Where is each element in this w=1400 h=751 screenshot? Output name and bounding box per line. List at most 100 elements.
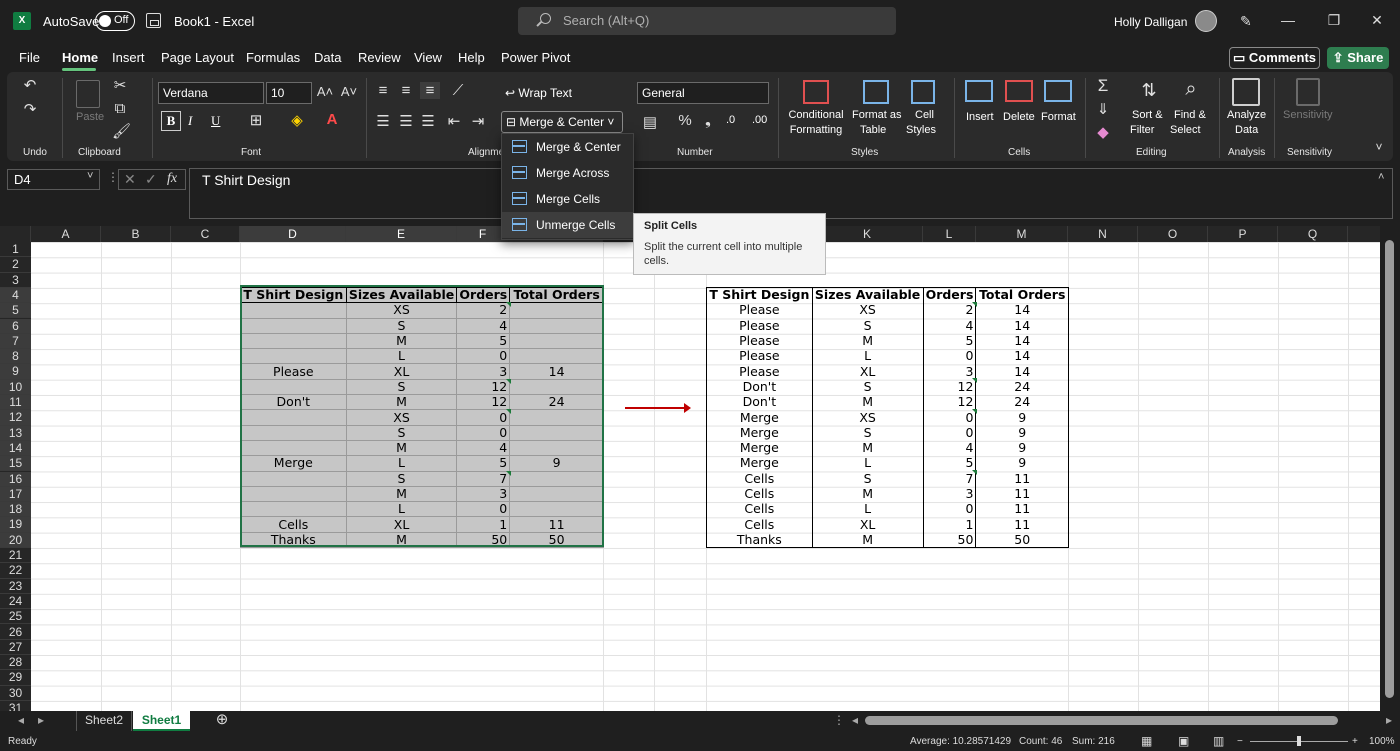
column-header-l[interactable]: L: [923, 226, 976, 242]
table-header[interactable]: Orders: [922, 287, 977, 303]
analyze-data-icon[interactable]: [1232, 78, 1260, 106]
column-header-b[interactable]: B: [101, 226, 171, 242]
table-cell[interactable]: 3: [922, 363, 977, 380]
table-cell[interactable]: L: [811, 455, 924, 472]
zoom-slider-handle[interactable]: [1297, 736, 1301, 746]
find-select-label-2[interactable]: Select: [1170, 124, 1201, 136]
orientation-icon[interactable]: ⟋: [448, 82, 468, 99]
minimize-icon[interactable]: —: [1278, 10, 1298, 30]
menu-view[interactable]: View: [414, 50, 442, 65]
table-cell[interactable]: 5: [922, 455, 977, 472]
next-sheet-icon[interactable]: ▸: [34, 711, 48, 731]
horizontal-scroll-thumb[interactable]: [865, 716, 1338, 725]
avatar[interactable]: [1195, 10, 1217, 32]
percent-icon[interactable]: %: [676, 112, 694, 129]
conditional-formatting-label-1[interactable]: Conditional: [788, 109, 844, 121]
row-header[interactable]: 25: [0, 609, 31, 625]
autosave-toggle[interactable]: Off: [95, 11, 135, 31]
table-cell[interactable]: S: [811, 471, 924, 487]
table-cell[interactable]: Thanks: [706, 532, 813, 548]
table-cell[interactable]: 14: [975, 348, 1069, 364]
column-header-a[interactable]: A: [31, 226, 101, 242]
font-name-select[interactable]: Verdana: [158, 82, 264, 104]
table-cell[interactable]: 11: [975, 501, 1069, 517]
share-button[interactable]: ⇪ Share: [1327, 47, 1389, 69]
decrease-decimal-icon[interactable]: .00: [752, 114, 767, 126]
table-cell[interactable]: Merge: [706, 425, 813, 441]
find-select-icon[interactable]: ⌕: [1178, 78, 1204, 101]
table-cell[interactable]: 14: [975, 302, 1069, 319]
format-as-table-icon[interactable]: [863, 80, 889, 104]
table-cell[interactable]: L: [811, 501, 924, 517]
row-header[interactable]: 18: [0, 502, 31, 518]
scroll-left-icon[interactable]: ◂: [850, 711, 860, 731]
close-icon[interactable]: ✕: [1367, 10, 1387, 30]
menu-file[interactable]: File: [19, 50, 40, 65]
zoom-in-icon[interactable]: +: [1352, 736, 1358, 747]
column-header-c[interactable]: C: [171, 226, 240, 242]
zoom-out-icon[interactable]: −: [1237, 736, 1243, 747]
restore-icon[interactable]: ❐: [1324, 10, 1344, 30]
row-header[interactable]: 10: [0, 379, 31, 395]
table-header[interactable]: Sizes Available: [811, 287, 924, 303]
save-icon[interactable]: [146, 13, 161, 28]
table-cell[interactable]: XS: [811, 409, 924, 426]
format-as-table-label-1[interactable]: Format as: [852, 109, 902, 121]
align-bottom-icon[interactable]: ≡: [420, 82, 440, 99]
bold-button[interactable]: B: [161, 111, 181, 131]
status-count[interactable]: Count: 46: [1019, 736, 1062, 747]
cell-styles-label-1[interactable]: Cell: [915, 109, 934, 121]
row-header[interactable]: 6: [0, 318, 31, 334]
table-cell[interactable]: M: [811, 440, 924, 456]
menu-item-merge-center[interactable]: Merge & Center: [502, 134, 633, 160]
copy-icon[interactable]: ⧉: [112, 100, 128, 117]
table-cell[interactable]: Don't: [706, 379, 813, 395]
table-cell[interactable]: 0: [922, 501, 977, 517]
row-header[interactable]: 5: [0, 303, 31, 319]
cut-icon[interactable]: ✂: [112, 76, 128, 94]
table-cell[interactable]: 50: [922, 532, 977, 548]
search-box[interactable]: Search (Alt+Q): [518, 7, 896, 35]
table-cell[interactable]: 14: [975, 333, 1069, 349]
sort-filter-label-2[interactable]: Filter: [1130, 124, 1154, 136]
table-cell[interactable]: Please: [706, 363, 813, 380]
analyze-data-label-2[interactable]: Data: [1235, 124, 1258, 136]
table-cell[interactable]: S: [811, 379, 924, 395]
row-header[interactable]: 27: [0, 640, 31, 656]
row-header[interactable]: 29: [0, 670, 31, 686]
column-header-d[interactable]: D: [240, 226, 346, 242]
clear-icon[interactable]: ◆: [1093, 123, 1113, 141]
pen-icon[interactable]: ✎: [1240, 13, 1256, 29]
table-cell[interactable]: 24: [975, 379, 1069, 395]
table-cell[interactable]: Please: [706, 302, 813, 319]
table-cell[interactable]: L: [811, 348, 924, 364]
delete-cells-label[interactable]: Delete: [1003, 111, 1035, 123]
table-cell[interactable]: M: [811, 394, 924, 410]
fill-icon[interactable]: ⇓: [1093, 100, 1113, 118]
find-select-label-1[interactable]: Find &: [1174, 109, 1206, 121]
insert-function-icon[interactable]: fx: [167, 171, 177, 187]
table-cell[interactable]: 9: [975, 409, 1069, 426]
menu-formulas[interactable]: Formulas: [246, 50, 300, 65]
column-header-n[interactable]: N: [1068, 226, 1138, 242]
table-cell[interactable]: M: [811, 333, 924, 349]
table-cell[interactable]: S: [811, 425, 924, 441]
table-cell[interactable]: Cells: [706, 501, 813, 517]
decrease-indent-icon[interactable]: ⇤: [446, 112, 462, 130]
row-header[interactable]: 26: [0, 625, 31, 640]
wrap-text-button[interactable]: ↩ Wrap Text: [505, 86, 572, 100]
table-cell[interactable]: 14: [975, 363, 1069, 380]
format-as-table-label-2[interactable]: Table: [860, 124, 886, 136]
table-cell[interactable]: M: [811, 532, 924, 548]
tab-sheet2[interactable]: Sheet2: [76, 711, 132, 731]
collapse-ribbon-icon[interactable]: ˅: [1372, 140, 1386, 154]
merge-center-button[interactable]: ⊟ Merge & Center ˅: [501, 111, 623, 133]
row-header[interactable]: 11: [0, 395, 31, 411]
column-header-m[interactable]: M: [976, 226, 1068, 242]
delete-cells-icon[interactable]: [1005, 80, 1033, 102]
cell-styles-label-2[interactable]: Styles: [906, 124, 936, 136]
table-cell[interactable]: Please: [706, 318, 813, 334]
table-cell[interactable]: Please: [706, 348, 813, 364]
row-header[interactable]: 28: [0, 655, 31, 671]
page-break-view-icon[interactable]: ▥: [1213, 734, 1224, 748]
